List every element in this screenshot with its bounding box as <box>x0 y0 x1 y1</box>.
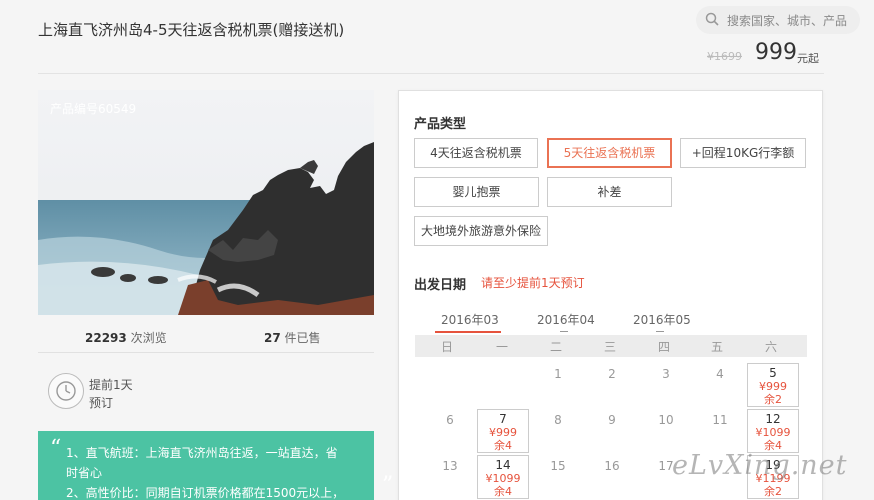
calendar-day: 1 <box>554 367 562 381</box>
weekday-thu: 四 <box>657 340 670 354</box>
product-stats: 22293 次浏览 27 件已售 <box>38 320 374 352</box>
price-block: ¥1699 999 元起 <box>705 40 825 66</box>
option-luggage[interactable]: +回程10KG行李额 <box>680 138 806 168</box>
views-count: 22293 <box>85 331 127 345</box>
weekday-sat: 六 <box>764 340 777 354</box>
calendar-day: 3 <box>662 367 670 381</box>
month-tick <box>656 331 664 332</box>
highlight-line: 1、直飞航班：上海直飞济州岛往返，一站直达，省时省心 <box>66 446 338 480</box>
day-stock: 余2 <box>764 393 782 406</box>
calendar-day-bookable[interactable]: 12 ¥1099 余4 <box>747 409 799 453</box>
original-price: ¥1699 <box>707 50 742 63</box>
month-tab-2016-05[interactable]: 2016年05 <box>633 311 691 328</box>
advance-booking-note: 提前1天 预订 <box>89 376 149 412</box>
sold-label: 件已售 <box>280 331 321 345</box>
calendar-day: 11 <box>712 413 728 427</box>
day-stock: 余4 <box>494 439 512 452</box>
search-placeholder: 搜索国家、城市、产品 <box>727 14 848 28</box>
calendar-day: 13 <box>442 459 458 473</box>
month-tab-2016-04[interactable]: 2016年04 <box>537 311 595 328</box>
active-month-underline <box>435 331 501 333</box>
day-number: 12 <box>765 412 781 426</box>
weekday-sun: 日 <box>440 340 453 354</box>
day-number: 14 <box>495 458 511 472</box>
header-divider <box>38 73 824 74</box>
site-watermark: eLvXing.net <box>672 450 848 481</box>
day-price: ¥999 <box>759 380 787 393</box>
jeju-coast-image <box>38 90 374 315</box>
day-price: ¥1099 <box>485 472 521 485</box>
weekday-tue: 二 <box>549 340 562 354</box>
calendar-day: 8 <box>554 413 562 427</box>
clock-icon <box>48 373 84 409</box>
current-price: 999 <box>755 40 797 65</box>
day-price: ¥999 <box>489 426 517 439</box>
close-quote-icon: ” <box>382 473 394 498</box>
weekday-fri: 五 <box>710 340 723 354</box>
product-photo[interactable]: 产品编号60549 <box>38 90 374 315</box>
calendar-day: 2 <box>608 367 616 381</box>
sold-stat: 27 件已售 <box>264 329 321 346</box>
weekday-wed: 三 <box>603 340 616 354</box>
day-number: 5 <box>769 366 777 380</box>
month-tabs: 2016年03 2016年04 2016年05 <box>415 309 807 333</box>
highlight-line: 2、高性价比：同期自订机票价格都在1500元以上， <box>66 486 345 500</box>
search-input[interactable]: 搜索国家、城市、产品 <box>696 6 860 34</box>
calendar-day: 10 <box>658 413 674 427</box>
month-tick <box>560 331 568 332</box>
advance-line1: 提前1天 <box>89 378 133 392</box>
day-price: ¥1099 <box>755 426 791 439</box>
month-tab-2016-03[interactable]: 2016年03 <box>441 311 499 328</box>
calendar-day-bookable[interactable]: 5 ¥999 余2 <box>747 363 799 407</box>
product-type-label: 产品类型 <box>414 117 467 132</box>
option-infant[interactable]: 婴儿抱票 <box>414 177 539 207</box>
views-label: 次浏览 <box>126 331 167 345</box>
booking-panel: 产品类型 4天往返含税机票 5天往返含税机票 +回程10KG行李额 婴儿抱票 补… <box>398 90 823 500</box>
day-stock: 余2 <box>764 485 782 498</box>
date-hint: 请至少提前1天预订 <box>481 276 585 290</box>
calendar-day: 4 <box>716 367 724 381</box>
weekday-mon: 一 <box>495 340 508 354</box>
calendar-day: 6 <box>446 413 454 427</box>
weekday-header: 日 一 二 三 四 五 六 <box>415 335 807 357</box>
date-label: 出发日期 <box>414 278 467 293</box>
calendar-day: 16 <box>604 459 620 473</box>
open-quote-icon: “ <box>50 436 62 461</box>
calendar-day: 9 <box>608 413 616 427</box>
calendar-day-bookable[interactable]: 7 ¥999 余4 <box>477 409 529 453</box>
advance-line2: 预订 <box>89 396 114 410</box>
day-stock: 余4 <box>494 485 512 498</box>
product-code: 产品编号60549 <box>50 102 137 116</box>
day-number: 7 <box>499 412 507 426</box>
views-stat: 22293 次浏览 <box>85 329 167 346</box>
page-title: 上海直飞济州岛4-5天往返含税机票(赠接送机) <box>38 21 345 39</box>
option-insurance[interactable]: 大地境外旅游意外保险 <box>414 216 548 246</box>
calendar-day-bookable[interactable]: 14 ¥1099 余4 <box>477 455 529 499</box>
sold-count: 27 <box>264 331 281 345</box>
option-5day[interactable]: 5天往返含税机票 <box>547 138 672 168</box>
option-4day[interactable]: 4天往返含税机票 <box>414 138 538 168</box>
highlights-box: “ 1、直飞航班：上海直飞济州岛往返，一站直达，省时省心 2、高性价比：同期自订… <box>38 431 393 500</box>
calendar-day: 15 <box>550 459 566 473</box>
price-suffix: 元起 <box>797 52 819 65</box>
stats-divider <box>38 352 374 353</box>
search-icon <box>705 12 719 26</box>
option-supplement[interactable]: 补差 <box>547 177 672 207</box>
